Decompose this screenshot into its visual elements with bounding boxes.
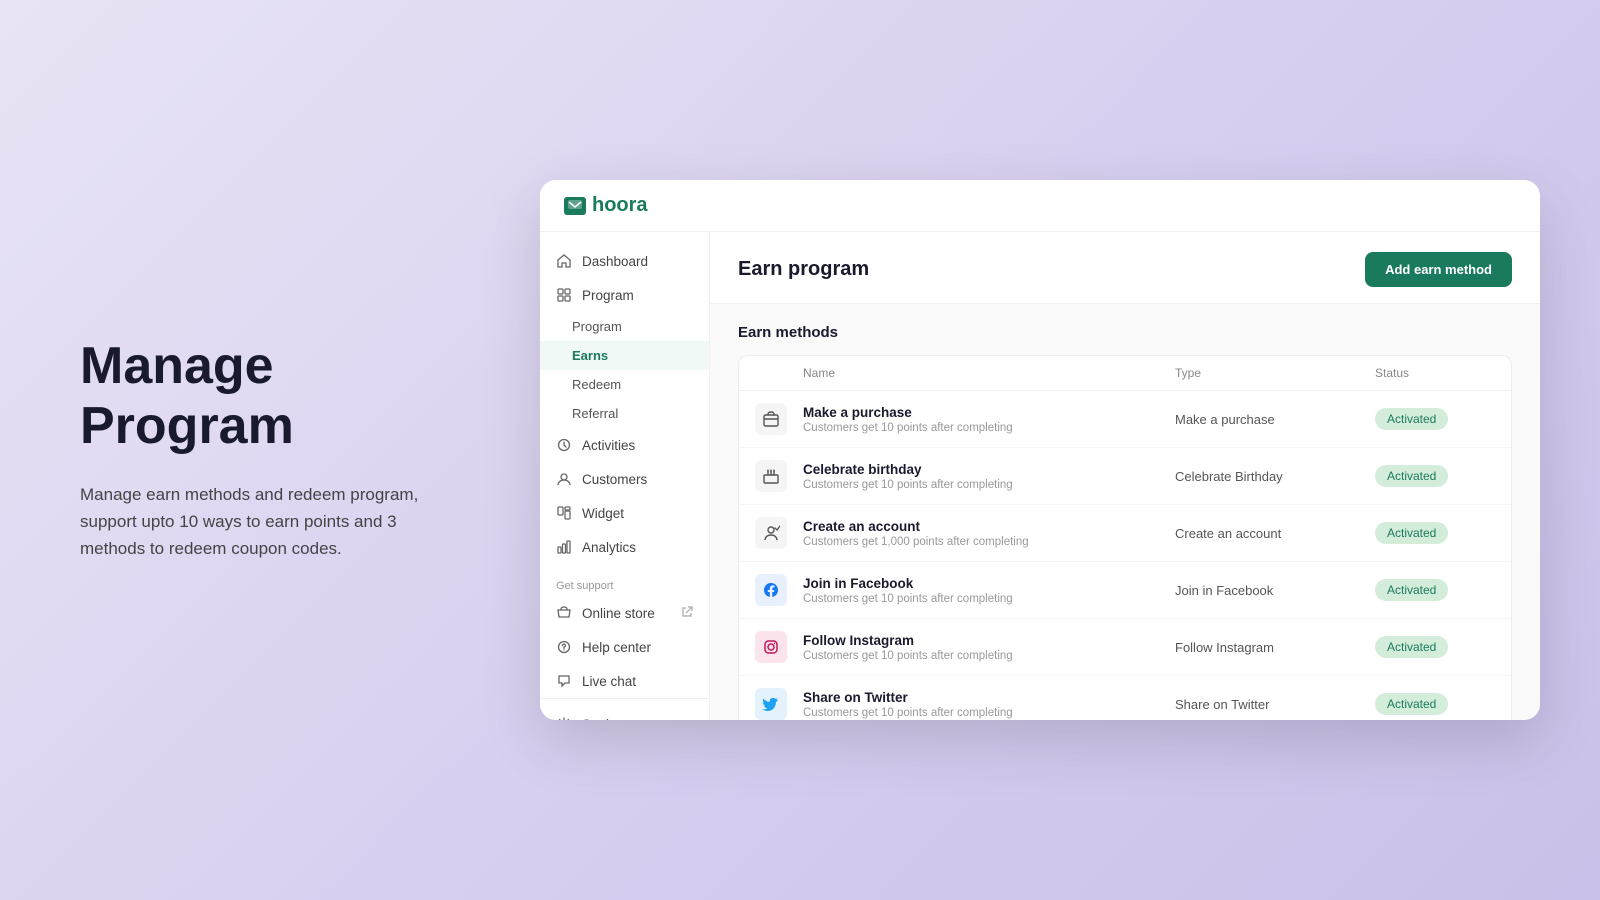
status-badge: Activated [1375,408,1448,430]
sidebar-label-online-store: Online store [582,606,655,621]
table-row: Share on Twitter Customers get 10 points… [739,676,1511,720]
row-info: Join in Facebook Customers get 10 points… [803,576,1175,605]
help-icon [556,639,572,655]
status-badge: Activated [1375,693,1448,715]
row-info: Celebrate birthday Customers get 10 poin… [803,462,1175,491]
chat-icon [556,673,572,689]
sidebar-sub-earns[interactable]: Earns [540,341,709,370]
sidebar-label-dashboard: Dashboard [582,254,648,269]
settings-icon [556,716,572,720]
logo-text: hoora [592,194,648,217]
sidebar-sub-program[interactable]: Program [540,312,709,341]
grid-icon [556,287,572,303]
widget-icon [556,505,572,521]
facebook-icon [755,574,787,606]
table-section: Earn methods Name Type Status [710,304,1540,720]
logo-icon [564,197,586,215]
home-icon [556,253,572,269]
status-badge: Activated [1375,636,1448,658]
birthday-icon [755,460,787,492]
hero-title: ManageProgram [80,337,440,457]
user-icon [556,471,572,487]
purchase-icon [755,403,787,435]
section-title: Earn methods [738,324,1512,341]
sidebar-item-activities[interactable]: Activities [540,428,709,462]
sidebar-item-dashboard[interactable]: Dashboard [540,244,709,278]
hero-subtitle: Manage earn methods and redeem program, … [80,481,440,563]
content-header: Earn program Add earn method [710,232,1540,304]
status-badge: Activated [1375,579,1448,601]
sidebar-sub-label-earns: Earns [572,348,608,363]
sidebar-bottom: Settings [540,698,709,720]
col-name: Name [803,366,1175,380]
sidebar-item-help-center[interactable]: Help center [540,630,709,664]
main-content: Earn program Add earn method Earn method… [710,232,1540,720]
clock-icon [556,437,572,453]
external-link-icon [681,606,693,621]
instagram-icon [755,631,787,663]
table-row: Join in Facebook Customers get 10 points… [739,562,1511,619]
sidebar-sub-referral[interactable]: Referral [540,399,709,428]
table-header-row: Name Type Status [739,356,1511,391]
sidebar-item-online-store[interactable]: Online store [540,596,709,630]
sidebar-sub-redeem[interactable]: Redeem [540,370,709,399]
sidebar-sub-label-redeem: Redeem [572,377,621,392]
sidebar-item-widget[interactable]: Widget [540,496,709,530]
table-row: Follow Instagram Customers get 10 points… [739,619,1511,676]
row-info: Create an account Customers get 1,000 po… [803,519,1175,548]
col-type: Type [1175,366,1375,380]
sidebar-label-widget: Widget [582,506,624,521]
row-info: Follow Instagram Customers get 10 points… [803,633,1175,662]
store-icon [556,605,572,621]
support-section-label: Get support [540,568,709,596]
sidebar: Dashboard Program Program [540,232,710,720]
add-earn-method-button[interactable]: Add earn method [1365,252,1512,287]
sidebar-item-program[interactable]: Program [540,278,709,312]
row-info: Share on Twitter Customers get 10 points… [803,690,1175,719]
col-icon [755,366,803,380]
app-body: Dashboard Program Program [540,232,1540,720]
sidebar-label-analytics: Analytics [582,540,636,555]
status-badge: Activated [1375,465,1448,487]
sidebar-label-live-chat: Live chat [582,674,636,689]
sidebar-label-activities: Activities [582,438,635,453]
row-info: Make a purchase Customers get 10 points … [803,405,1175,434]
sidebar-item-analytics[interactable]: Analytics [540,530,709,564]
earn-table: Name Type Status [738,355,1512,720]
col-status: Status [1375,366,1495,380]
sidebar-label-customers: Customers [582,472,647,487]
table-row: Celebrate birthday Customers get 10 poin… [739,448,1511,505]
page-title: Earn program [738,258,869,281]
table-row: Make a purchase Customers get 10 points … [739,391,1511,448]
sidebar-item-settings[interactable]: Settings [540,707,709,720]
sidebar-item-live-chat[interactable]: Live chat [540,664,709,698]
app-window: hoora Dashboard [540,180,1540,720]
account-icon [755,517,787,549]
analytics-icon [556,539,572,555]
twitter-icon [755,688,787,720]
sidebar-sub-label-program: Program [572,319,622,334]
support-label: Get support [556,580,613,592]
left-panel: ManageProgram Manage earn methods and re… [0,337,520,562]
logo: hoora [564,194,648,217]
sidebar-label-program: Program [582,288,634,303]
app-header: hoora [540,180,1540,232]
sidebar-item-customers[interactable]: Customers [540,462,709,496]
sidebar-sub-label-referral: Referral [572,406,618,421]
status-badge: Activated [1375,522,1448,544]
sidebar-label-settings: Settings [582,717,631,721]
table-row: Create an account Customers get 1,000 po… [739,505,1511,562]
sidebar-label-help-center: Help center [582,640,651,655]
